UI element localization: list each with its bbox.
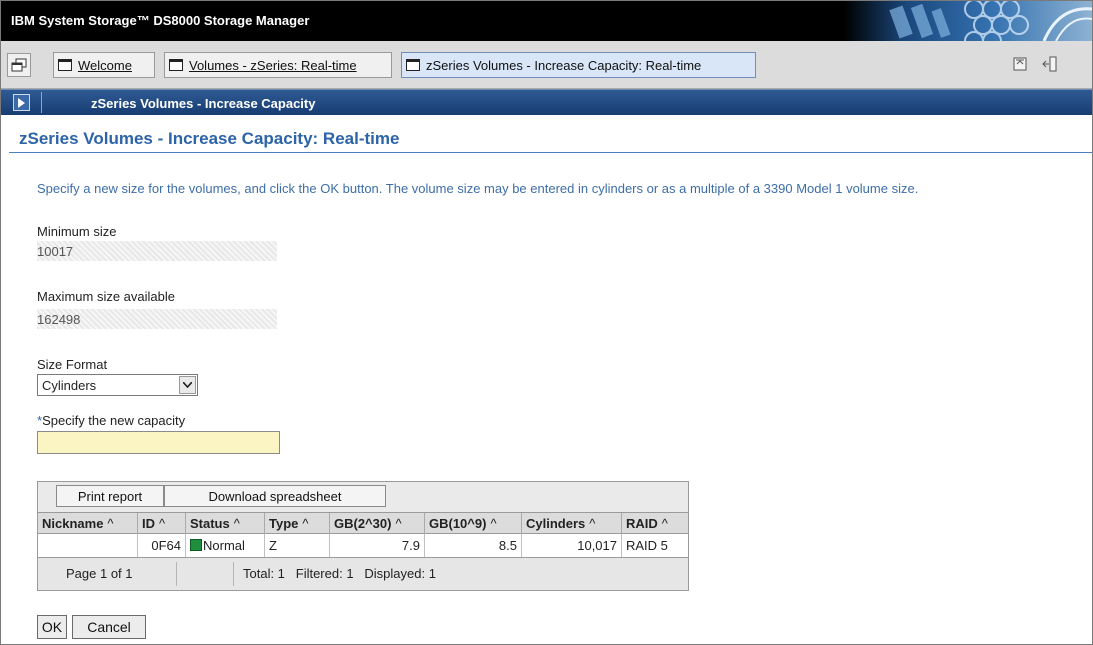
capacity-label: Specify the new capacity <box>42 413 186 428</box>
column-header-nickname[interactable]: Nickname ^ <box>38 513 138 534</box>
cell-nickname <box>38 534 138 557</box>
status-text: Normal <box>203 538 245 553</box>
task-expand-button[interactable] <box>13 94 30 111</box>
status-normal-icon <box>190 539 202 551</box>
column-header-status[interactable]: Status ^ <box>186 513 265 534</box>
select-arrow-icon <box>183 382 192 388</box>
cell-gb-2-30: 7.9 <box>330 534 425 557</box>
sort-icon: ^ <box>661 516 668 531</box>
task-header: zSeries Volumes - Increase Capacity <box>1 89 1092 115</box>
page-title: zSeries Volumes - Increase Capacity: Rea… <box>19 129 400 148</box>
tab-bar: Welcome Volumes - zSeries: Real-time zSe… <box>1 41 1092 89</box>
page-indicator: Page 1 of 1 <box>66 566 133 581</box>
tab-label: zSeries Volumes - Increase Capacity: Rea… <box>426 57 702 73</box>
restore-button[interactable] <box>1011 55 1029 73</box>
column-header-gb-2-30[interactable]: GB(2^30) ^ <box>330 513 425 534</box>
column-header-gb-10-9[interactable]: GB(10^9) ^ <box>425 513 522 534</box>
sort-icon: ^ <box>159 516 166 531</box>
divider <box>176 562 177 586</box>
size-format-label: Size Format <box>37 357 108 372</box>
cell-type: Z <box>265 534 330 557</box>
tab-page-icon <box>406 59 420 71</box>
cell-gb-10-9: 8.5 <box>425 534 522 557</box>
tab-page-icon <box>169 59 183 71</box>
app-title: IBM System Storage™ DS8000 Storage Manag… <box>11 13 310 28</box>
sort-icon: ^ <box>490 516 497 531</box>
tab-label: Welcome <box>78 57 132 73</box>
capacity-input[interactable] <box>37 431 280 454</box>
sort-icon: ^ <box>302 516 309 531</box>
tab-page-icon <box>58 59 72 71</box>
tab-volumes-zseries[interactable]: Volumes - zSeries: Real-time <box>164 52 392 78</box>
min-size-value: 10017 <box>37 241 277 261</box>
cancel-button[interactable]: Cancel <box>72 615 146 639</box>
max-size-label: Maximum size available <box>37 289 175 304</box>
table-row[interactable]: 0F64 Normal Z 7.9 8.5 10,017 RAID 5 <box>38 534 688 558</box>
logout-button[interactable] <box>1041 55 1059 73</box>
volumes-table: Print report Download spreadsheet Nickna… <box>37 481 689 591</box>
task-arrow-icon <box>18 97 25 108</box>
ok-button[interactable]: OK <box>37 615 67 639</box>
sort-icon: ^ <box>589 516 596 531</box>
sort-icon: ^ <box>233 516 240 531</box>
size-format-value: Cylinders <box>42 378 97 393</box>
select-dropdown-button[interactable] <box>179 376 196 394</box>
column-header-raid[interactable]: RAID ^ <box>622 513 688 534</box>
cell-status: Normal <box>186 534 265 557</box>
table-footer: Page 1 of 1 Total: 1 Filtered: 1 Display… <box>38 558 688 590</box>
tab-increase-capacity[interactable]: zSeries Volumes - Increase Capacity: Rea… <box>401 52 756 78</box>
table-totals: Total: 1 Filtered: 1 Displayed: 1 <box>243 566 436 581</box>
divider <box>41 92 42 113</box>
tabs-menu-button[interactable] <box>7 53 31 77</box>
column-header-cylinders[interactable]: Cylinders ^ <box>522 513 622 534</box>
restore-icon <box>1013 57 1027 71</box>
task-title: zSeries Volumes - Increase Capacity <box>91 96 316 111</box>
divider <box>233 562 234 586</box>
capacity-label-row: *Specify the new capacity <box>37 413 185 428</box>
ibm-banner-image <box>844 1 1092 41</box>
instructions-text: Specify a new size for the volumes, and … <box>37 181 919 196</box>
divider <box>9 152 1092 153</box>
tabs-menu-icon <box>11 58 27 72</box>
column-header-id[interactable]: ID ^ <box>138 513 186 534</box>
app-window: IBM System Storage™ DS8000 Storage Manag… <box>0 0 1093 645</box>
sort-icon: ^ <box>395 516 402 531</box>
column-header-type[interactable]: Type ^ <box>265 513 330 534</box>
cell-raid: RAID 5 <box>626 538 668 553</box>
tab-welcome[interactable]: Welcome <box>53 52 155 78</box>
sort-icon: ^ <box>107 516 114 531</box>
cell-cylinders: 10,017 <box>522 534 622 557</box>
cell-id: 0F64 <box>138 534 186 557</box>
title-bar: IBM System Storage™ DS8000 Storage Manag… <box>1 1 1092 41</box>
table-header: Nickname ^ ID ^ Status ^ Type ^ GB(2^30) ^ GB… <box>38 512 688 534</box>
size-format-select[interactable]: Cylinders <box>37 374 198 396</box>
tab-label: Volumes - zSeries: Real-time <box>189 57 357 73</box>
min-size-label: Minimum size <box>37 224 117 239</box>
logout-icon <box>1042 56 1057 72</box>
print-report-button[interactable]: Print report <box>56 485 164 507</box>
max-size-value: 162498 <box>37 309 277 329</box>
download-spreadsheet-button[interactable]: Download spreadsheet <box>164 485 386 507</box>
